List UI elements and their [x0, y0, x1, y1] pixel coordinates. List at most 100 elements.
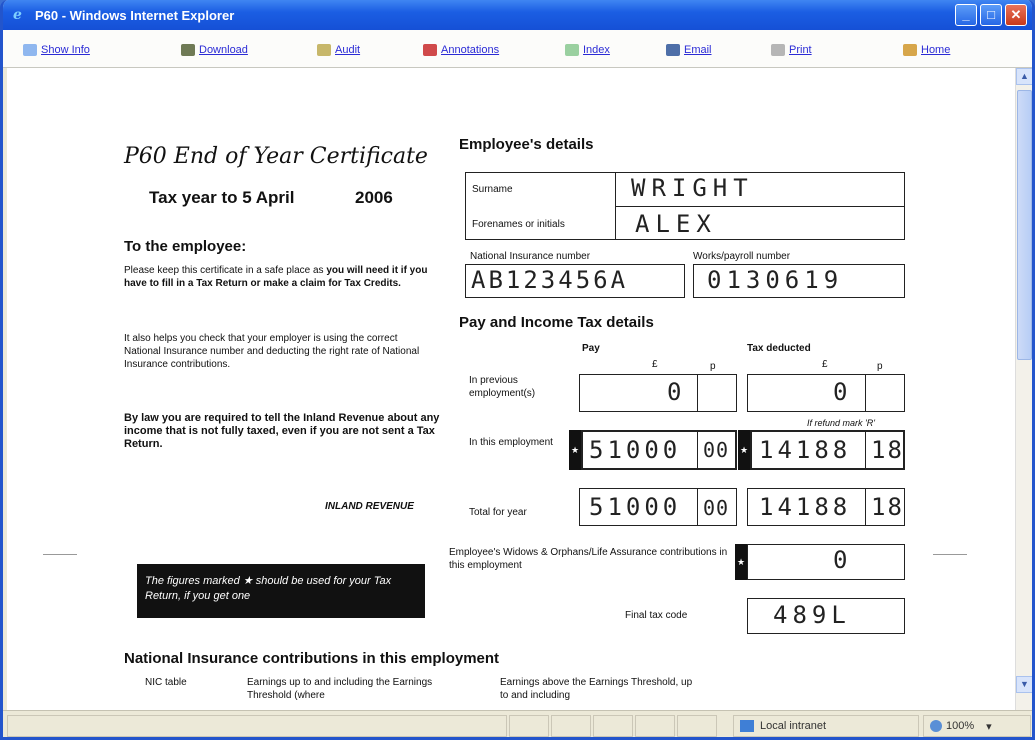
instruction-para-2: It also helps you check that your employ…	[124, 333, 420, 370]
refund-note: If refund mark 'R'	[807, 418, 875, 428]
fold-mark-left	[43, 554, 77, 555]
name-row-line	[615, 206, 905, 207]
status-cell-5	[677, 715, 717, 737]
nic-col-table: NIC table	[145, 677, 187, 688]
works-value: 0130619	[707, 266, 844, 294]
zoom-icon	[930, 720, 942, 732]
total-label: Total for year	[469, 507, 527, 518]
scroll-down-icon[interactable]: ▼	[1016, 676, 1032, 693]
maximize-button[interactable]: □	[980, 4, 1002, 26]
total-pay-pence: 00	[703, 496, 730, 520]
form-title: P60 End of Year Certificate	[124, 144, 428, 169]
this-pay-pounds: 51000	[589, 436, 682, 464]
zoom-control[interactable]: 100% ▾	[923, 715, 1031, 737]
nic-col-earnings-up-to: Earnings up to and including the Earning…	[247, 677, 433, 701]
widows-label: Employee's Widows & Orphans/Life Assuran…	[449, 547, 728, 571]
pay-heading: Pay and Income Tax details	[459, 314, 654, 331]
download-button[interactable]: Download	[181, 44, 248, 56]
taxcode-value: 489L	[773, 601, 851, 629]
prev-tax-value: 0	[833, 378, 854, 406]
this-tax-pence: 18	[871, 436, 904, 464]
title-bar: e P60 - Windows Internet Explorer _ □ ✕	[3, 0, 1032, 30]
star-marker-pay: ★	[569, 430, 581, 470]
surname-label: Surname	[472, 184, 513, 195]
to-employee-heading: To the employee:	[124, 238, 247, 255]
close-button[interactable]: ✕	[1005, 4, 1027, 26]
pay-pence-label: p	[710, 361, 716, 372]
instruction-para-3: By law you are required to tell the Inla…	[124, 412, 440, 450]
total-pay-divider	[697, 488, 698, 526]
document-view: P60 End of Year Certificate Tax year to …	[7, 68, 1015, 710]
tax-pence-label: p	[877, 361, 883, 372]
issuer: INLAND REVENUE	[325, 501, 414, 512]
download-icon	[181, 44, 195, 56]
this-tax-pounds: 14188	[759, 436, 852, 464]
this-employment-label: In this employment	[469, 437, 553, 448]
star-note: The figures marked ★ should be used for …	[137, 564, 425, 618]
ie-logo-icon: e	[13, 7, 22, 23]
status-cell-2	[551, 715, 591, 737]
prev-label: In previous employment(s)	[469, 375, 536, 399]
nic-heading: National Insurance contributions in this…	[124, 650, 500, 667]
annotations-icon	[423, 44, 437, 56]
total-pay-pounds: 51000	[589, 493, 682, 521]
works-label: Works/payroll number	[693, 251, 791, 262]
taxcode-label: Final tax code	[625, 610, 688, 621]
ni-value: AB123456A	[471, 266, 629, 294]
widows-value: 0	[833, 546, 854, 574]
email-icon	[666, 44, 680, 56]
audit-icon	[317, 44, 331, 56]
instruction-para-1: Please keep this certificate in a safe p…	[124, 265, 428, 289]
vertical-scrollbar[interactable]: ▲ ▼	[1015, 68, 1032, 710]
widows-box	[747, 544, 905, 580]
info-icon	[23, 44, 37, 56]
home-icon	[903, 44, 917, 56]
forenames-label: Forenames or initials	[472, 219, 565, 230]
total-tax-divider	[865, 488, 866, 526]
status-main	[7, 715, 507, 737]
prev-tax-divider	[865, 374, 866, 412]
surname-value: WRIGHT	[631, 174, 754, 202]
scroll-up-icon[interactable]: ▲	[1016, 68, 1032, 85]
window-title: P60 - Windows Internet Explorer	[35, 7, 235, 23]
show-info-button[interactable]: Show Info	[23, 44, 90, 56]
tax-year: 2006	[355, 188, 393, 207]
tax-year-label: Tax year to 5 April	[149, 188, 295, 207]
fold-mark-right	[933, 554, 967, 555]
print-button[interactable]: Print	[771, 44, 812, 56]
status-cell-3	[593, 715, 633, 737]
zoom-dropdown-icon[interactable]: ▾	[986, 720, 992, 733]
this-pay-pence: 00	[703, 438, 730, 462]
tax-column-header: Tax deducted	[747, 343, 811, 354]
browser-window: e P60 - Windows Internet Explorer _ □ ✕ …	[0, 0, 1035, 740]
minimize-button[interactable]: _	[955, 4, 977, 26]
viewer-toolbar: Show Info Download Audit Annotations Ind…	[3, 30, 1032, 68]
home-button[interactable]: Home	[903, 44, 950, 56]
star-marker-widows: ★	[735, 544, 747, 580]
employee-heading: Employee's details	[459, 136, 594, 153]
star-marker-tax: ★	[738, 430, 750, 470]
status-bar: Local intranet 100% ▾	[3, 710, 1032, 737]
forenames-value: ALEX	[635, 210, 717, 238]
scroll-thumb[interactable]	[1017, 90, 1032, 360]
status-cell-1	[509, 715, 549, 737]
email-button[interactable]: Email	[666, 44, 712, 56]
audit-button[interactable]: Audit	[317, 44, 360, 56]
nic-col-earnings-above: Earnings above the Earnings Threshold, u…	[500, 677, 693, 701]
ni-label: National Insurance number	[470, 251, 591, 262]
print-icon	[771, 44, 785, 56]
prev-pay-value: 0	[667, 378, 688, 406]
annotations-button[interactable]: Annotations	[423, 44, 499, 56]
intranet-icon	[740, 720, 754, 732]
tax-pound-label: £	[822, 359, 828, 370]
prev-tax-box	[747, 374, 905, 412]
status-cell-4	[635, 715, 675, 737]
total-tax-pounds: 14188	[759, 493, 852, 521]
index-button[interactable]: Index	[565, 44, 610, 56]
this-pay-divider	[697, 430, 698, 470]
security-zone: Local intranet	[733, 715, 919, 737]
prev-pay-divider	[697, 374, 698, 412]
pay-column-header: Pay	[582, 343, 600, 354]
prev-pay-box	[579, 374, 737, 412]
pay-pound-label: £	[652, 359, 658, 370]
